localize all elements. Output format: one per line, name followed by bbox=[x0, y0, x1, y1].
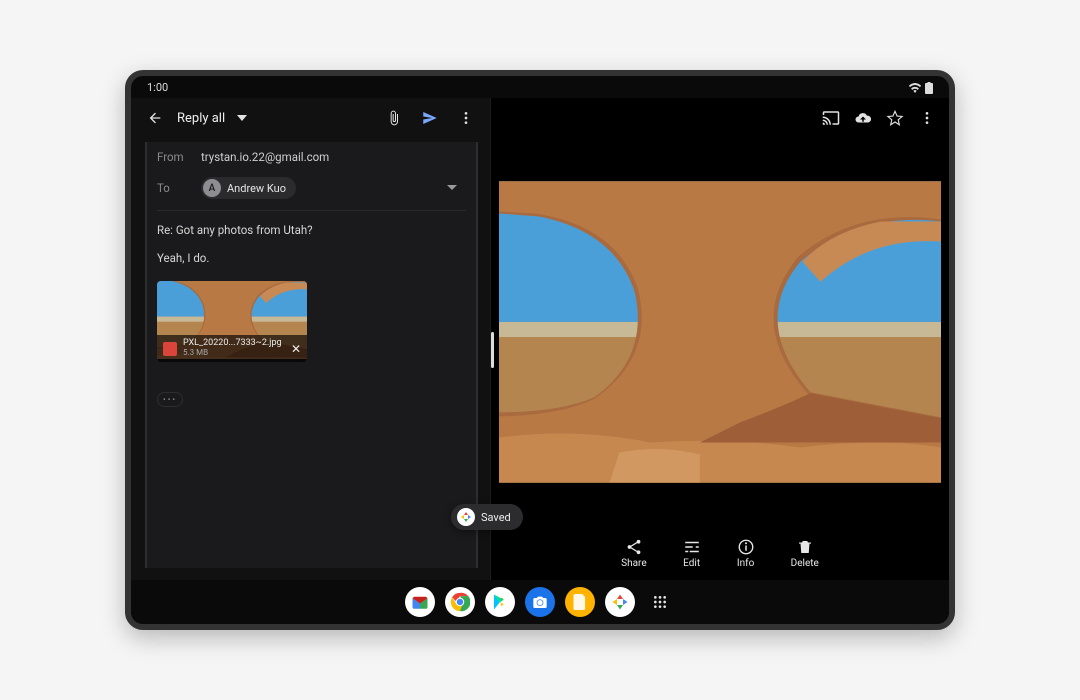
recipient-chip[interactable]: A Andrew Kuo bbox=[201, 177, 296, 199]
status-time: 1:00 bbox=[147, 81, 168, 94]
status-bar: 1:00 bbox=[131, 76, 949, 98]
photos-app-icon bbox=[457, 508, 475, 526]
taskbar-camera[interactable] bbox=[525, 587, 555, 617]
attachment-card[interactable]: PXL_20220...7333~2.jpg 5.3 MB ✕ bbox=[157, 281, 307, 362]
photo-action-bar: Share Edit Info Delete bbox=[491, 526, 949, 580]
recipient-name: Andrew Kuo bbox=[227, 182, 286, 195]
image-file-icon bbox=[163, 342, 177, 356]
edit-button[interactable]: Edit bbox=[683, 538, 701, 569]
share-button[interactable]: Share bbox=[621, 538, 646, 569]
info-button[interactable]: Info bbox=[737, 538, 755, 569]
delete-label: Delete bbox=[791, 558, 819, 569]
photos-pane: Share Edit Info Delete bbox=[491, 98, 949, 580]
compose-body: From trystan.io.22@gmail.com To A Andrew… bbox=[145, 142, 478, 568]
photo-more-button[interactable] bbox=[913, 104, 941, 132]
taskbar-gmail[interactable] bbox=[405, 587, 435, 617]
cloud-backup-button[interactable] bbox=[849, 104, 877, 132]
from-value: trystan.io.22@gmail.com bbox=[201, 150, 329, 164]
compose-title: Reply all bbox=[177, 111, 225, 126]
edit-label: Edit bbox=[683, 558, 700, 569]
info-label: Info bbox=[737, 558, 754, 569]
taskbar-play[interactable] bbox=[485, 587, 515, 617]
remove-attachment-button[interactable]: ✕ bbox=[291, 342, 301, 356]
more-button[interactable] bbox=[452, 104, 480, 132]
share-label: Share bbox=[621, 558, 646, 569]
photo-image bbox=[499, 172, 941, 492]
photo-toolbar bbox=[491, 98, 949, 138]
expand-recipients-button[interactable] bbox=[438, 174, 466, 202]
taskbar-photos[interactable] bbox=[605, 587, 635, 617]
battery-icon bbox=[925, 82, 933, 94]
send-button[interactable] bbox=[416, 104, 444, 132]
wifi-icon bbox=[908, 83, 922, 93]
recipient-avatar: A bbox=[203, 179, 221, 197]
favorite-button[interactable] bbox=[881, 104, 909, 132]
taskbar-all-apps[interactable] bbox=[645, 587, 675, 617]
attach-button[interactable] bbox=[380, 104, 408, 132]
status-right bbox=[908, 80, 933, 93]
to-row[interactable]: To A Andrew Kuo bbox=[157, 174, 466, 211]
taskbar-files[interactable] bbox=[565, 587, 595, 617]
from-row: From trystan.io.22@gmail.com bbox=[157, 150, 466, 164]
tablet-frame: 1:00 Reply all bbox=[125, 70, 955, 630]
taskbar bbox=[131, 580, 949, 624]
taskbar-chrome[interactable] bbox=[445, 587, 475, 617]
saved-label: Saved bbox=[481, 511, 511, 524]
split-handle[interactable] bbox=[491, 332, 494, 368]
compose-toolbar: Reply all bbox=[131, 98, 490, 138]
body-text[interactable]: Yeah, I do. bbox=[157, 249, 466, 267]
attachment-meta: PXL_20220...7333~2.jpg 5.3 MB ✕ bbox=[157, 335, 307, 362]
reply-mode-dropdown[interactable] bbox=[233, 104, 251, 132]
show-quoted-button[interactable]: ••• bbox=[157, 392, 183, 407]
cast-button[interactable] bbox=[817, 104, 845, 132]
photo-viewport[interactable] bbox=[491, 138, 949, 526]
gmail-pane: Reply all From trystan.io.22@gm bbox=[131, 98, 491, 580]
attachment-size: 5.3 MB bbox=[183, 349, 285, 358]
back-button[interactable] bbox=[141, 104, 169, 132]
delete-button[interactable]: Delete bbox=[791, 538, 819, 569]
saved-toast: Saved bbox=[451, 504, 523, 530]
subject-line[interactable]: Re: Got any photos from Utah? bbox=[157, 221, 466, 239]
split-view: Reply all From trystan.io.22@gm bbox=[131, 98, 949, 580]
from-label: From bbox=[157, 150, 193, 164]
to-label: To bbox=[157, 181, 193, 195]
